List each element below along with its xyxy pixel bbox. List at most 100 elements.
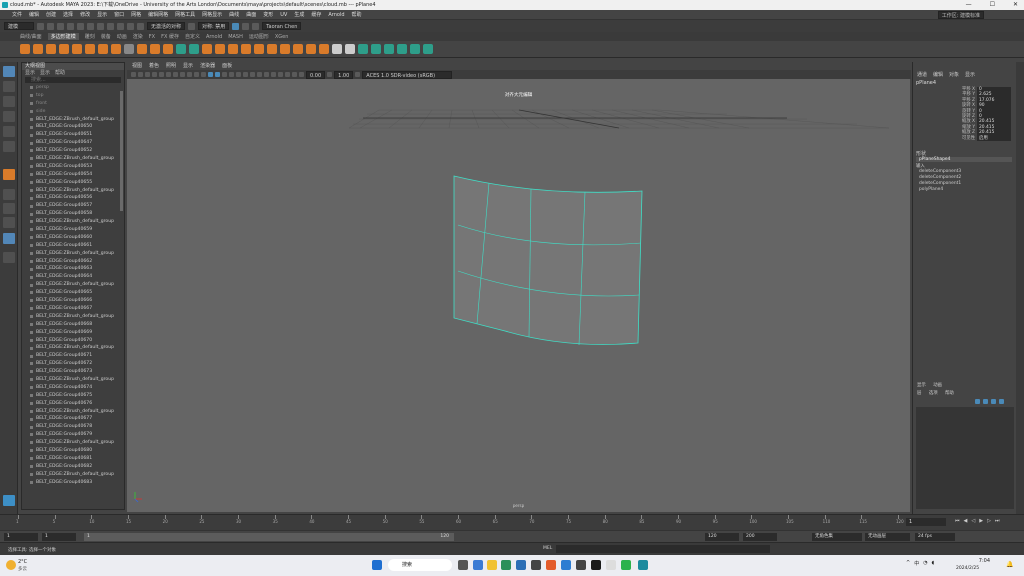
- outliner-item[interactable]: BELT_EDGE:Group40680: [22, 447, 124, 455]
- symmetry-select[interactable]: 无激活的对称: [147, 22, 186, 30]
- menu-curves[interactable]: 曲线: [229, 11, 239, 18]
- outliner-scrollbar[interactable]: [120, 91, 123, 211]
- input-node[interactable]: deleteComponent2: [919, 175, 961, 180]
- select-component-icon[interactable]: [107, 22, 114, 30]
- outliner-item[interactable]: BELT_EDGE:ZBrush_default_group: [22, 313, 124, 321]
- channel-menu-channels[interactable]: 通道: [917, 71, 927, 78]
- gamma-field[interactable]: 1.00: [334, 70, 354, 79]
- last-tool-icon[interactable]: [3, 169, 15, 180]
- menu-surfaces[interactable]: 曲面: [246, 11, 256, 18]
- platonic-solid-icon[interactable]: [111, 44, 121, 54]
- layer-tab-display[interactable]: 显示: [917, 383, 926, 388]
- outliner-item[interactable]: BELT_EDGE:ZBrush_default_group: [22, 408, 124, 416]
- ambient-occlusion-icon[interactable]: [257, 72, 262, 77]
- shelf-tab-sculpt[interactable]: 雕刻: [85, 33, 95, 40]
- shelf-tab-poly[interactable]: 多边形建模: [47, 33, 79, 40]
- poly-sphere-icon[interactable]: [20, 44, 30, 54]
- extrude-icon[interactable]: [267, 44, 277, 54]
- boolean-icon[interactable]: [215, 44, 225, 54]
- volume-icon[interactable]: ◖: [932, 560, 935, 567]
- layer-tab-anim[interactable]: 动画: [933, 383, 942, 388]
- outliner-item[interactable]: BELT_EDGE:Group40660: [22, 234, 124, 242]
- clock-time[interactable]: 7:04: [968, 558, 990, 564]
- safe-title-icon[interactable]: [201, 72, 206, 77]
- outliner-item[interactable]: BELT_EDGE:ZBrush_default_group: [22, 471, 124, 479]
- separate-icon[interactable]: [189, 44, 199, 54]
- outliner-item[interactable]: BELT_EDGE:Group40663: [22, 265, 124, 273]
- outliner-item[interactable]: BELT_EDGE:ZBrush_default_group: [22, 344, 124, 352]
- outliner-item[interactable]: BELT_EDGE:Group40673: [22, 368, 124, 376]
- target-weld-icon[interactable]: [345, 44, 355, 54]
- menu-display[interactable]: 显示: [97, 11, 107, 18]
- exposure-field[interactable]: 0.00: [306, 70, 326, 79]
- menu-modify[interactable]: 修改: [80, 11, 90, 18]
- input-node[interactable]: polyPlane4: [919, 187, 943, 192]
- edge-icon[interactable]: [516, 560, 526, 570]
- menu-help[interactable]: 帮助: [352, 11, 362, 18]
- outliner-item[interactable]: BELT_EDGE:Group40652: [22, 147, 124, 155]
- weather-temp[interactable]: 2°C: [18, 559, 27, 565]
- app-red-icon[interactable]: [546, 560, 556, 570]
- combine-icon[interactable]: [176, 44, 186, 54]
- input-node[interactable]: deleteComponent3: [919, 169, 961, 174]
- bridge-icon[interactable]: [293, 44, 303, 54]
- viewport-menu-panels[interactable]: 面板: [222, 62, 232, 70]
- poly-cube-icon[interactable]: [33, 44, 43, 54]
- menu-file[interactable]: 文件: [12, 11, 22, 18]
- menu-deform[interactable]: 变形: [263, 11, 273, 18]
- rotate-tool-icon[interactable]: [3, 126, 15, 137]
- mirror-icon[interactable]: [254, 44, 264, 54]
- play-forward-icon[interactable]: ▶: [979, 518, 983, 524]
- channel-menu-show[interactable]: 显示: [965, 71, 975, 78]
- layer-menu-options[interactable]: 选项: [929, 391, 938, 396]
- menu-arnold[interactable]: Arnold: [328, 12, 344, 18]
- outliner-item[interactable]: BELT_EDGE:Group40677: [22, 415, 124, 423]
- outliner-item[interactable]: BELT_EDGE:Group40678: [22, 423, 124, 431]
- close-icon[interactable]: ✕: [1013, 0, 1018, 10]
- smooth-icon[interactable]: [202, 44, 212, 54]
- shadows-icon[interactable]: [250, 72, 255, 77]
- save-scene-icon[interactable]: [57, 22, 64, 30]
- move-layer-down-icon[interactable]: [999, 399, 1004, 404]
- multi-cut-icon[interactable]: [332, 44, 342, 54]
- outliner-item[interactable]: BELT_EDGE:Group40662: [22, 258, 124, 266]
- outliner-item[interactable]: BELT_EDGE:Group40664: [22, 273, 124, 281]
- outliner-item[interactable]: BELT_EDGE:Group40647: [22, 139, 124, 147]
- wireframe-icon[interactable]: [208, 72, 213, 77]
- uv-editor-icon[interactable]: [384, 44, 394, 54]
- channel-menu-object[interactable]: 对象: [949, 71, 959, 78]
- color-management-icon[interactable]: [355, 72, 361, 77]
- outliner-item[interactable]: BELT_EDGE:Group40657: [22, 202, 124, 210]
- shelf-tab-fx-cache[interactable]: FX 缓存: [161, 33, 179, 40]
- go-to-start-icon[interactable]: ⏮: [955, 518, 960, 524]
- wifi-icon[interactable]: ◔: [923, 560, 927, 567]
- outliner-item[interactable]: BELT_EDGE:Group40659: [22, 226, 124, 234]
- isolate-select-icon[interactable]: [278, 72, 283, 77]
- scene-start-field[interactable]: 1: [4, 533, 38, 541]
- render-settings-icon[interactable]: [252, 22, 260, 30]
- taskbar-search[interactable]: 搜索: [388, 559, 452, 571]
- windows-start-icon[interactable]: [372, 560, 382, 570]
- range-slider[interactable]: 1 120: [84, 533, 454, 541]
- shelf-tab-animation[interactable]: 动画: [117, 33, 127, 40]
- remesh-icon[interactable]: [228, 44, 238, 54]
- menu-mesh-display[interactable]: 网格显示: [202, 11, 222, 18]
- outliner-item[interactable]: BELT_EDGE:ZBrush_default_group: [22, 281, 124, 289]
- time-slider[interactable]: 1 5 10 15 20 25 30 35 40 45 50 55 60 65 70 75 80 85 90 95 10…: [0, 514, 1024, 530]
- anti-alias-icon[interactable]: [271, 72, 276, 77]
- wechat-icon[interactable]: [621, 560, 631, 570]
- retopologize-icon[interactable]: [241, 44, 251, 54]
- viewport-menu-lighting[interactable]: 照明: [166, 62, 176, 70]
- outliner-item[interactable]: BELT_EDGE:Group40679: [22, 431, 124, 439]
- outliner-item[interactable]: BELT_EDGE:Group40656: [22, 194, 124, 202]
- unreal-icon[interactable]: [606, 560, 616, 570]
- grid-icon[interactable]: [159, 72, 164, 77]
- clock-date[interactable]: 2024/2/25: [956, 566, 979, 571]
- outliner-item[interactable]: BELT_EDGE:ZBrush_default_group: [22, 155, 124, 163]
- camera-select-icon[interactable]: [131, 72, 136, 77]
- store-icon[interactable]: [561, 560, 571, 570]
- menu-set-select[interactable]: 建模: [4, 22, 34, 30]
- channel-attr-row[interactable]: 可见性 启用: [913, 135, 1017, 141]
- four-view-layout-icon[interactable]: [3, 203, 15, 214]
- camera-attributes-icon[interactable]: [138, 72, 143, 77]
